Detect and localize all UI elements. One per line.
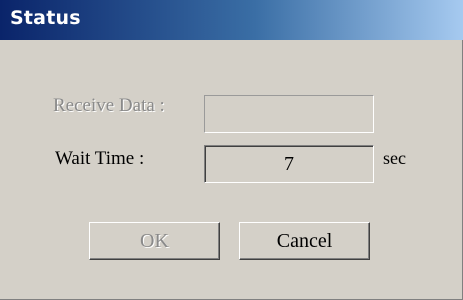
ok-button[interactable]: OK [89,222,220,260]
window-title: Status [10,7,81,29]
receive-data-label: Receive Data : [53,95,165,116]
cancel-button[interactable]: Cancel [239,222,370,260]
receive-data-field [204,95,374,133]
wait-time-label: Wait Time : [55,148,145,169]
status-dialog: Status Receive Data : Wait Time : 7 sec … [0,0,463,300]
title-bar[interactable]: Status [0,0,463,40]
wait-time-unit: sec [383,148,406,168]
wait-time-field: 7 [204,145,374,183]
